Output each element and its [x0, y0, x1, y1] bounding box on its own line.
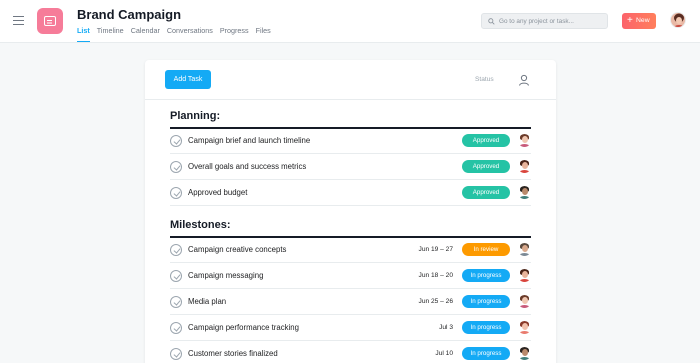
- checkmark-icon[interactable]: [170, 322, 182, 334]
- avatar[interactable]: [518, 160, 531, 173]
- task-name[interactable]: Approved budget: [188, 188, 247, 197]
- project-title: Brand Campaign: [77, 7, 182, 22]
- checkmark-icon[interactable]: [170, 135, 182, 147]
- checkmark-icon[interactable]: [170, 348, 182, 360]
- due-date[interactable]: Jul 3: [439, 324, 453, 331]
- tab-calendar[interactable]: Calendar: [131, 26, 160, 42]
- checkmark-icon[interactable]: [170, 244, 182, 256]
- task-row[interactable]: Campaign creative concepts Jun 19 – 27 I…: [170, 237, 531, 263]
- project-icon: [37, 8, 63, 34]
- task-name[interactable]: Campaign performance tracking: [188, 323, 299, 332]
- section-title-milestones: Milestones:: [170, 219, 231, 231]
- checkmark-icon[interactable]: [170, 187, 182, 199]
- menu-icon[interactable]: [13, 16, 24, 26]
- search-icon: [488, 18, 495, 25]
- search-placeholder: Go to any project or task...: [499, 17, 574, 25]
- status-column-header[interactable]: Status: [475, 76, 494, 83]
- status-badge: In review: [462, 243, 510, 256]
- project-tabs: List Timeline Calendar Conversations Pro…: [77, 26, 278, 42]
- status-badge: In progress: [462, 269, 510, 282]
- task-row[interactable]: Overall goals and success metrics Approv…: [170, 154, 531, 180]
- avatar[interactable]: [518, 295, 531, 308]
- section-title-planning: Planning:: [170, 110, 221, 122]
- task-row[interactable]: Campaign brief and launch timeline Appro…: [170, 128, 531, 154]
- task-name[interactable]: Campaign brief and launch timeline: [188, 136, 310, 145]
- person-icon[interactable]: [518, 74, 530, 86]
- avatar[interactable]: [518, 269, 531, 282]
- top-bar: Brand Campaign List Timeline Calendar Co…: [0, 0, 700, 43]
- status-badge: In progress: [462, 321, 510, 334]
- avatar[interactable]: [518, 134, 531, 147]
- status-badge: Approved: [462, 186, 510, 199]
- avatar[interactable]: [518, 347, 531, 360]
- status-badge: Approved: [462, 160, 510, 173]
- due-date[interactable]: Jun 18 – 20: [419, 272, 453, 279]
- task-name[interactable]: Overall goals and success metrics: [188, 162, 306, 171]
- tab-progress[interactable]: Progress: [220, 26, 249, 42]
- status-badge: In progress: [462, 295, 510, 308]
- plus-icon: +: [627, 14, 633, 26]
- task-list-card: Add Task Status Planning: Campaign brief…: [145, 60, 556, 363]
- avatar[interactable]: [518, 243, 531, 256]
- checkmark-icon[interactable]: [170, 161, 182, 173]
- due-date[interactable]: Jun 25 – 26: [419, 298, 453, 305]
- task-name[interactable]: Media plan: [188, 297, 226, 306]
- task-row[interactable]: Media plan Jun 25 – 26 In progress: [170, 289, 531, 315]
- task-name[interactable]: Customer stories finalized: [188, 349, 278, 358]
- status-badge: In progress: [462, 347, 510, 360]
- task-row[interactable]: Campaign messaging Jun 18 – 20 In progre…: [170, 263, 531, 289]
- task-name[interactable]: Campaign messaging: [188, 271, 263, 280]
- due-date[interactable]: Jul 10: [435, 350, 453, 357]
- checkmark-icon[interactable]: [170, 296, 182, 308]
- search-input[interactable]: Go to any project or task...: [481, 13, 608, 29]
- tab-list[interactable]: List: [77, 26, 90, 42]
- avatar[interactable]: [518, 186, 531, 199]
- list-toolbar: Add Task Status: [145, 60, 556, 100]
- task-row[interactable]: Customer stories finalized Jul 10 In pro…: [170, 341, 531, 363]
- status-badge: Approved: [462, 134, 510, 147]
- due-date[interactable]: Jun 19 – 27: [419, 246, 453, 253]
- avatar[interactable]: [518, 321, 531, 334]
- add-task-button[interactable]: Add Task: [165, 70, 211, 89]
- task-row[interactable]: Approved budget Approved: [170, 180, 531, 206]
- tab-conversations[interactable]: Conversations: [167, 26, 213, 42]
- user-avatar[interactable]: [670, 12, 686, 28]
- checkmark-icon[interactable]: [170, 270, 182, 282]
- task-row[interactable]: Campaign performance tracking Jul 3 In p…: [170, 315, 531, 341]
- new-button-label: New: [636, 17, 650, 24]
- tab-timeline[interactable]: Timeline: [97, 26, 124, 42]
- tab-files[interactable]: Files: [256, 26, 271, 42]
- task-name[interactable]: Campaign creative concepts: [188, 245, 286, 254]
- new-button[interactable]: + New: [622, 13, 656, 29]
